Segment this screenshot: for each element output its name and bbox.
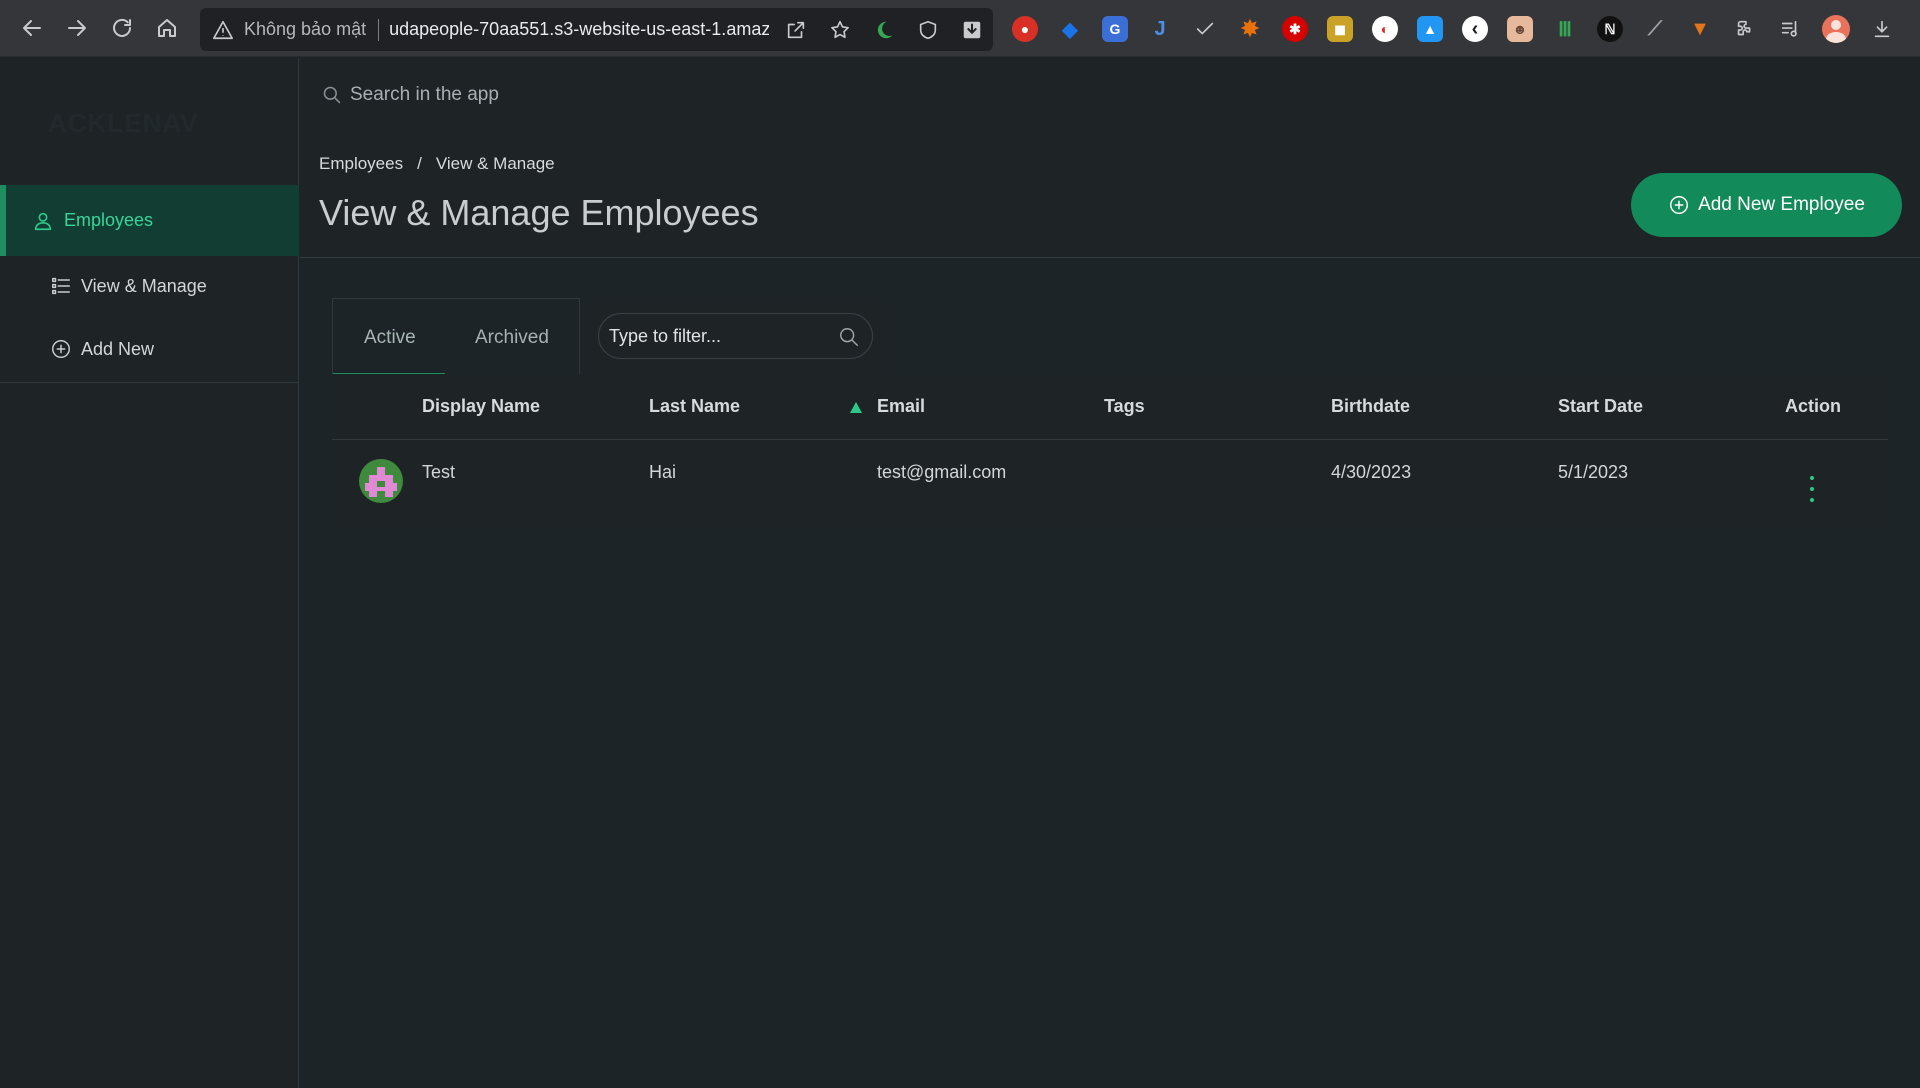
employees-table: Display Name Last Name Email Tags Birthd…	[332, 374, 1888, 528]
list-icon	[52, 277, 70, 295]
sidebar-item-employees[interactable]: Employees	[0, 185, 299, 256]
notion-icon[interactable]: ℕ	[1597, 16, 1623, 42]
bookmark-star-icon[interactable]	[827, 17, 853, 43]
sort-ascending-icon	[850, 402, 862, 413]
filter-input[interactable]: Type to filter...	[598, 313, 873, 359]
column-email[interactable]: Email	[877, 396, 925, 417]
red-star-icon[interactable]: ✱	[1282, 16, 1308, 42]
palette-icon[interactable]: ◼	[1327, 16, 1353, 42]
filter-placeholder: Type to filter...	[609, 325, 722, 346]
column-start-date[interactable]: Start Date	[1558, 396, 1643, 417]
tab-active[interactable]: Active	[364, 327, 416, 349]
share-icon[interactable]	[783, 17, 809, 43]
address-bar[interactable]: Không bảo mật udapeople-70aa551.s3-websi…	[200, 8, 993, 51]
column-display-name[interactable]: Display Name	[422, 396, 540, 417]
cell-display-name: Test	[422, 462, 456, 482]
plus-circle-icon	[52, 340, 70, 358]
arrow-right-icon	[68, 20, 86, 36]
column-birthdate[interactable]: Birthdate	[1331, 396, 1410, 417]
security-label: Không bảo mật	[244, 19, 367, 39]
arrow-left-icon	[23, 20, 41, 36]
sidebar: ACKLENAV Employees View & Manage Add New	[0, 58, 299, 1088]
app-search-input[interactable]: Search in the app	[322, 84, 499, 106]
reading-list-icon[interactable]	[1777, 16, 1803, 42]
breadcrumb-separator: /	[417, 154, 422, 173]
browser-toolbar: Không bảo mật udapeople-70aa551.s3-websi…	[0, 0, 1920, 57]
page-title: View & Manage Employees	[319, 192, 759, 233]
page-header: Employees / View & Manage View & Manage …	[300, 130, 1920, 258]
adblock-icon[interactable]: ●	[1012, 16, 1038, 42]
sidebar-item-label: Employees	[64, 210, 154, 230]
search-icon	[840, 328, 858, 346]
add-button-label: Add New Employee	[1698, 194, 1865, 215]
sidebar-item-label: Add New	[81, 338, 155, 359]
jira-icon[interactable]: J	[1147, 16, 1173, 42]
address-separator	[378, 18, 380, 41]
fire-icon[interactable]: ✸	[1237, 16, 1263, 42]
cell-birthdate: 4/30/2023	[1331, 462, 1412, 482]
download-box-icon[interactable]	[959, 17, 985, 43]
app-logo[interactable]: ACKLENAV	[48, 108, 199, 139]
sidebar-item-view-manage[interactable]: View & Manage	[50, 271, 290, 301]
check-icon[interactable]	[1192, 16, 1218, 42]
extensions-bar: ● ◆ G J ✸ ✱ ◼ ◐ ▲ ‹ ☻ Ⅲ ℕ ⟋ ▼	[1012, 10, 1895, 48]
shield-icon[interactable]	[915, 17, 941, 43]
add-new-employee-button[interactable]: Add New Employee	[1631, 173, 1902, 237]
reload-icon	[113, 18, 131, 37]
column-tags[interactable]: Tags	[1104, 396, 1145, 417]
dark-mode-icon[interactable]	[871, 17, 897, 43]
forward-button[interactable]	[55, 6, 99, 50]
compass-icon[interactable]: ◐	[1372, 16, 1398, 42]
drop-icon[interactable]: ▲	[1417, 16, 1443, 42]
avatar	[359, 459, 403, 503]
gem-icon[interactable]: ◆	[1057, 16, 1083, 42]
breadcrumb: Employees / View & Manage	[319, 154, 555, 174]
breadcrumb-view-manage: View & Manage	[435, 154, 555, 173]
metamask-icon[interactable]: ▼	[1687, 16, 1713, 42]
user-icon	[34, 212, 52, 230]
sidebar-item-label: View & Manage	[81, 275, 207, 296]
face-icon[interactable]: ☻	[1507, 16, 1533, 42]
cell-start-date: 5/1/2023	[1558, 462, 1629, 482]
cell-last-name: Hai	[649, 462, 677, 482]
plus-circle-icon	[1670, 196, 1689, 214]
translate-icon[interactable]: G	[1102, 16, 1128, 42]
home-icon	[158, 19, 176, 37]
search-icon	[323, 86, 341, 104]
home-button[interactable]	[145, 6, 189, 50]
warning-icon	[210, 17, 236, 43]
mint-icon[interactable]: Ⅲ	[1552, 16, 1578, 42]
reload-button[interactable]	[100, 6, 144, 50]
filter-panel: Type to filter...	[580, 298, 892, 375]
breadcrumb-employees[interactable]: Employees	[319, 154, 403, 174]
table-header: Display Name Last Name Email Tags Birthd…	[332, 374, 1888, 440]
back-button[interactable]	[10, 6, 54, 50]
status-tabs: Active Archived	[332, 298, 580, 375]
extensions-puzzle-icon[interactable]	[1732, 16, 1758, 42]
table-row[interactable]: Test Hai test@gmail.com 4/30/2023 5/1/20…	[332, 440, 1888, 528]
cell-email: test@gmail.com	[877, 462, 1007, 482]
profile-avatar[interactable]	[1822, 15, 1850, 43]
sidebar-item-add-new[interactable]: Add New	[50, 334, 290, 364]
downloads-icon[interactable]	[1869, 16, 1895, 42]
back-circle-icon[interactable]: ‹	[1462, 16, 1488, 42]
column-last-name[interactable]: Last Name	[649, 396, 740, 417]
tab-archived[interactable]: Archived	[475, 327, 549, 349]
url-text[interactable]: udapeople-70aa551.s3-website-us-east-1.a…	[389, 19, 769, 40]
app-topbar: Search in the app	[300, 58, 1920, 130]
feather-icon[interactable]: ⟋	[1642, 16, 1668, 42]
search-placeholder: Search in the app	[350, 84, 499, 105]
sidebar-divider	[0, 382, 299, 383]
row-actions-kebab-icon[interactable]	[1807, 476, 1817, 502]
column-action: Action	[1785, 396, 1841, 416]
